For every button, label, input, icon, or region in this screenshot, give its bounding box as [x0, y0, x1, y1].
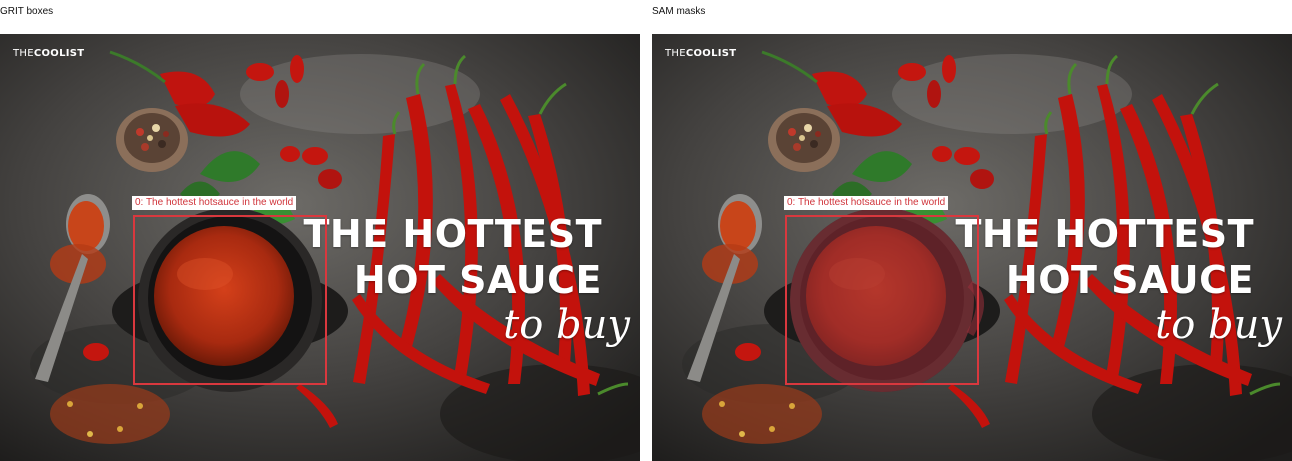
- mask-label: 0: The hottest hotsauce in the world: [784, 196, 949, 210]
- headline-line-2-right: HOT SAUCE: [1005, 258, 1254, 302]
- panel-title-grit: GRIT boxes: [0, 6, 54, 17]
- detection-label: 0: The hottest hotsauce in the world: [132, 196, 297, 210]
- chili-powder: [68, 201, 104, 251]
- headline-line-2: HOT SAUCE: [353, 258, 602, 302]
- sam-masks-image: THECOOLIST THE HOTTEST HOT SAUCE to buy …: [652, 34, 1292, 461]
- brand-logo: THECOOLIST: [13, 48, 85, 59]
- detection-bounding-box: [133, 215, 327, 385]
- headline-script-right: to buy: [1155, 302, 1282, 348]
- headline-line-1: THE HOTTEST: [303, 212, 602, 256]
- mask-bounding-box: [785, 215, 979, 385]
- headline-script: to buy: [503, 302, 630, 348]
- panel-title-sam: SAM masks: [652, 6, 706, 17]
- brand-logo-right: THECOOLIST: [665, 48, 737, 59]
- chili-flakes: [50, 384, 170, 444]
- grit-boxes-image: THECOOLIST THE HOTTEST HOT SAUCE to buy …: [0, 34, 640, 461]
- headline-line-1-right: THE HOTTEST: [955, 212, 1254, 256]
